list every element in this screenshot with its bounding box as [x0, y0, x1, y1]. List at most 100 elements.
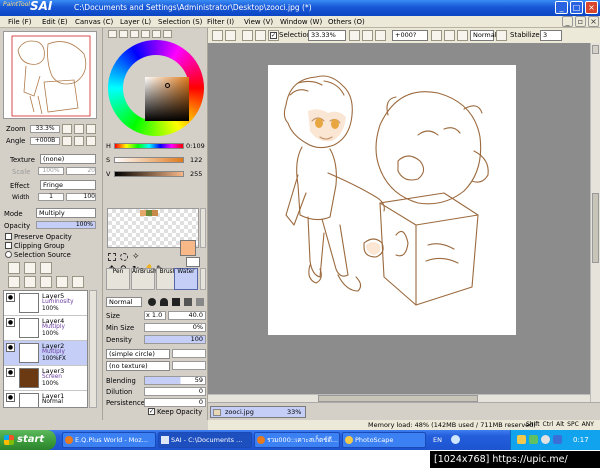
- merge-visible-icon[interactable]: [72, 276, 84, 288]
- brush-shape-strength[interactable]: [172, 349, 206, 358]
- task-browser-thai[interactable]: รวม000::เคาะสเก็ตช์ดี...: [254, 432, 340, 448]
- nav-angle-value[interactable]: +000B: [30, 137, 60, 145]
- preserve-opacity-checkbox[interactable]: [5, 233, 12, 240]
- zoom-in-icon[interactable]: [362, 30, 373, 41]
- eye-icon[interactable]: ●: [6, 368, 15, 377]
- brush-shape-flat-icon[interactable]: [184, 298, 192, 306]
- network-icon[interactable]: [553, 435, 562, 444]
- clipping-group-checkbox[interactable]: [5, 242, 12, 249]
- menu-layer[interactable]: Layer (L): [120, 18, 151, 26]
- texture-select[interactable]: (none): [40, 154, 96, 164]
- undo-icon[interactable]: [212, 30, 223, 41]
- layer-item-layer2[interactable]: ● Layer2 Multiply 100%FX: [4, 341, 87, 366]
- invert-selection-icon[interactable]: [255, 30, 266, 41]
- brush-texture-select[interactable]: (no texture): [106, 361, 170, 371]
- hue-slider[interactable]: [114, 143, 184, 149]
- saturation-slider[interactable]: [114, 157, 184, 163]
- size-value[interactable]: 40.0: [168, 311, 206, 320]
- rotate-left-icon[interactable]: [431, 30, 442, 41]
- scratchpad-mode-icon[interactable]: [163, 30, 172, 38]
- new-layer-icon[interactable]: [8, 262, 20, 274]
- tray-icon[interactable]: [517, 435, 526, 444]
- brush-shape-soft-icon[interactable]: [160, 298, 168, 306]
- nav-rotate-left-icon[interactable]: [62, 136, 72, 146]
- rotate-reset-icon[interactable]: [457, 30, 468, 41]
- menu-others[interactable]: Others (O): [328, 18, 365, 26]
- swatch[interactable]: [152, 210, 158, 216]
- density-slider[interactable]: 100: [144, 335, 206, 344]
- scale-value[interactable]: 100%: [38, 167, 64, 175]
- volume-icon[interactable]: [541, 435, 550, 444]
- width-right-value[interactable]: 100: [66, 193, 96, 201]
- pen-tool[interactable]: Pen: [106, 268, 130, 290]
- scroll-up-icon[interactable]: [592, 45, 599, 54]
- color-picker-cursor[interactable]: [165, 83, 170, 88]
- zoom-out-icon[interactable]: [349, 30, 360, 41]
- doc-restore-button[interactable]: ▫: [575, 16, 586, 27]
- eye-icon[interactable]: ●: [6, 343, 15, 352]
- new-folder-icon[interactable]: [40, 262, 52, 274]
- menu-window[interactable]: Window (W): [280, 18, 322, 26]
- rgb-slider-mode-icon[interactable]: [119, 30, 128, 38]
- lasso-icon[interactable]: [120, 253, 128, 261]
- menu-file[interactable]: File (F): [8, 18, 31, 26]
- opacity-slider[interactable]: 100%: [36, 221, 96, 229]
- eye-icon[interactable]: ●: [6, 393, 15, 402]
- brush-shape-round-icon[interactable]: [148, 298, 156, 306]
- scale-right-value[interactable]: 20: [66, 167, 96, 175]
- eye-icon[interactable]: ●: [6, 293, 15, 302]
- nav-rotate-right-icon[interactable]: [74, 136, 84, 146]
- menu-edit[interactable]: Edit (E): [42, 18, 68, 26]
- intermediate-color-icon[interactable]: [141, 30, 150, 38]
- delete-layer-icon[interactable]: [56, 276, 68, 288]
- canvas-area[interactable]: [208, 43, 600, 402]
- menu-filter[interactable]: Filter (I): [207, 18, 234, 26]
- width-value[interactable]: 1: [38, 193, 64, 201]
- selection-checkbox[interactable]: ✓: [270, 32, 277, 39]
- value-slider[interactable]: [114, 171, 184, 177]
- close-button[interactable]: ×: [585, 1, 598, 14]
- help-icon[interactable]: [451, 435, 460, 444]
- canvas-paper[interactable]: [268, 65, 516, 335]
- horizontal-scroll-thumb[interactable]: [318, 395, 478, 402]
- dilution-slider[interactable]: 0: [144, 387, 206, 396]
- eye-icon[interactable]: ●: [6, 318, 15, 327]
- canvas-horizontal-scrollbar[interactable]: [208, 394, 590, 402]
- language-indicator[interactable]: EN: [433, 436, 442, 444]
- brush-shape-select[interactable]: (simple circle): [106, 349, 170, 359]
- zoom-reset-icon[interactable]: [375, 30, 386, 41]
- airbrush-tool[interactable]: AirBrush: [131, 268, 157, 290]
- menu-view[interactable]: View (V): [244, 18, 273, 26]
- tool-scrollbar[interactable]: [200, 268, 206, 290]
- menu-selection[interactable]: Selection (S): [158, 18, 202, 26]
- navigator-preview[interactable]: [3, 31, 97, 119]
- nav-rotate-reset-icon[interactable]: [86, 136, 96, 146]
- nav-zoom-in-icon[interactable]: [74, 124, 84, 134]
- current-color-swatch[interactable]: [180, 240, 196, 256]
- task-sai[interactable]: SAI - C:\Documents ...: [158, 432, 252, 448]
- water-tool[interactable]: Water: [174, 268, 198, 290]
- size-multiplier[interactable]: x 1.0: [144, 311, 166, 320]
- new-linework-layer-icon[interactable]: [24, 262, 36, 274]
- effect-select[interactable]: Fringe: [40, 180, 96, 190]
- vertical-scroll-thumb[interactable]: [592, 193, 599, 263]
- layer-mode-select[interactable]: Multiply: [36, 208, 96, 218]
- task-photoscape[interactable]: PhotoScape: [342, 432, 426, 448]
- blending-slider[interactable]: 59: [144, 376, 206, 385]
- layer-item-layer5[interactable]: ● Layer5 Luminosity 100%: [4, 291, 87, 316]
- brush-shape-square-icon[interactable]: [172, 298, 180, 306]
- stabilizer-combo[interactable]: 3: [540, 30, 562, 41]
- menu-canvas[interactable]: Canvas (C): [75, 18, 113, 26]
- magic-wand-icon[interactable]: ✧: [132, 252, 140, 262]
- layer-item-layer3[interactable]: ● Layer3 Screen 100%: [4, 366, 87, 391]
- clear-layer-icon[interactable]: [40, 276, 52, 288]
- zoom-combo[interactable]: 33.33%: [308, 30, 346, 41]
- brush-texture-strength[interactable]: [172, 361, 206, 370]
- view-mode-combo[interactable]: Normal: [470, 30, 497, 41]
- color-wheel[interactable]: [108, 40, 204, 136]
- color-wheel-mode-icon[interactable]: [108, 30, 117, 38]
- copy-layer-icon[interactable]: [8, 276, 20, 288]
- nav-zoom-value[interactable]: 33.3%: [30, 125, 60, 133]
- task-firefox[interactable]: E.Q.Plus World - Moz...: [62, 432, 156, 448]
- doc-minimize-button[interactable]: _: [562, 16, 573, 27]
